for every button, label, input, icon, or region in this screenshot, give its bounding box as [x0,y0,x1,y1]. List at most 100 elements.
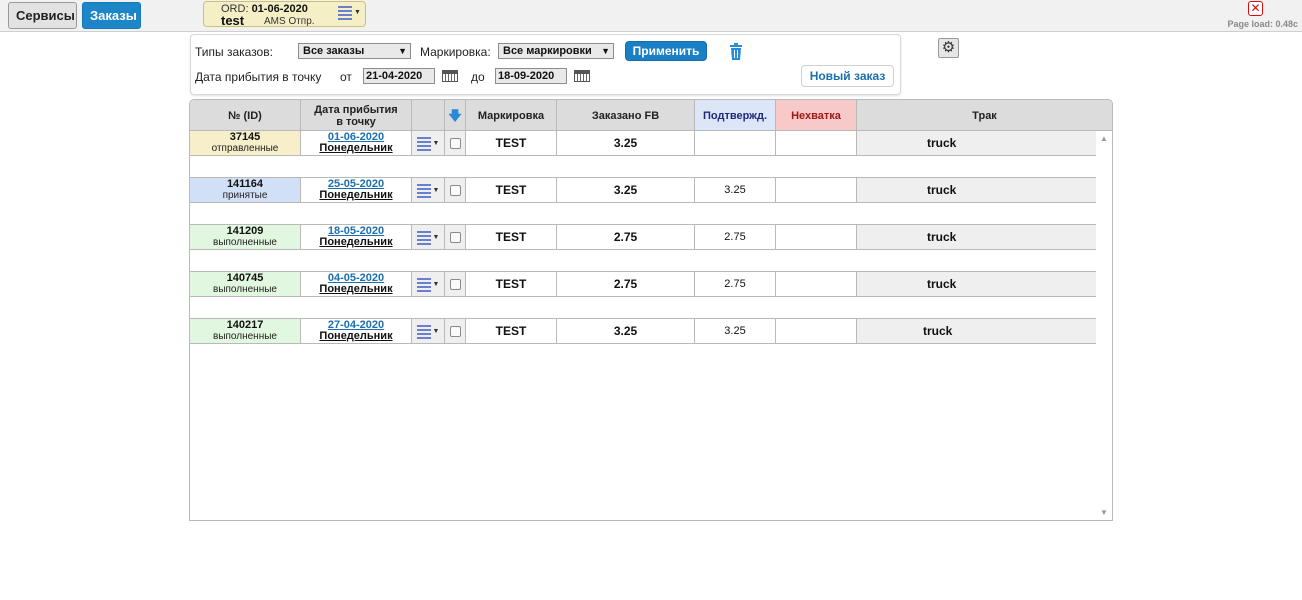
row-menu-cell[interactable]: ▼ [412,178,445,202]
lines-icon [338,6,352,20]
confirmed-cell: 2.75 [695,272,776,296]
header-truck[interactable]: Трак [857,100,1112,131]
truck-cell: truck [857,178,1096,202]
new-order-button[interactable]: Новый заказ [801,65,894,87]
close-icon[interactable]: ✕ [1248,1,1263,16]
arrival-weekday-link[interactable]: Понедельник [319,331,392,342]
tab-orders[interactable]: Заказы [82,2,141,29]
lines-icon [416,184,431,198]
row-checkbox[interactable] [449,278,461,290]
confirmed-cell: 2.75 [695,225,776,249]
order-id-cell[interactable]: 37145 отправленные [190,131,301,155]
filter-panel: Типы заказов: Все заказы ▼ Маркировка: В… [190,34,901,95]
order-id-cell[interactable]: 141209 выполненные [190,225,301,249]
truck-cell: truck [857,131,1096,155]
arrival-weekday-link[interactable]: Понедельник [319,284,392,295]
row-menu-icon[interactable]: ▼ [416,184,439,198]
marking-label: Маркировка: [420,45,491,59]
header-sort[interactable]: 🡇 [445,100,466,131]
row-checkbox-cell [445,225,466,249]
caret-down-icon: ▼ [432,139,440,147]
row-checkbox[interactable] [449,184,461,196]
lines-icon [416,278,431,292]
arrival-weekday-link[interactable]: Понедельник [319,190,392,201]
gear-icon[interactable]: ⚙ [938,38,959,58]
order-pill-date: 01-06-2020 [251,3,308,15]
lines-icon [416,325,431,339]
shortage-cell [776,131,857,155]
row-menu-icon[interactable]: ▼ [416,137,440,151]
arrival-date-cell: 27-04-2020 Понедельник [301,319,412,343]
order-pill-menu-icon[interactable]: ▼ [338,6,361,20]
order-id-cell[interactable]: 140745 выполненные [190,272,301,296]
arrival-date-cell: 18-05-2020 Понедельник [301,225,412,249]
arrival-weekday-link[interactable]: Понедельник [319,143,392,154]
shortage-cell [776,178,857,202]
row-checkbox-cell [445,131,466,155]
dropdown-arrow-icon: ▼ [601,46,610,56]
arrival-weekday-link[interactable]: Понедельник [319,237,392,248]
truck-cell: truck [857,319,1096,343]
apply-button[interactable]: Применить [625,41,707,61]
row-checkbox[interactable] [449,137,461,149]
vertical-scrollbar[interactable]: ▲ ▼ [1096,131,1112,520]
header-marking[interactable]: Маркировка [466,100,557,131]
row-menu-cell[interactable]: ▼ [412,225,445,249]
order-id: 141164 [226,178,264,190]
marking-select[interactable]: Все маркировки ▼ [498,43,614,59]
row-checkbox-cell [445,272,466,296]
ordered-cell: 3.25 [557,131,695,155]
order-id: 140217 [226,319,264,331]
header-arrival-date[interactable]: Дата прибытия в точку [301,100,412,131]
tab-services[interactable]: Сервисы [8,2,77,29]
table-row[interactable]: 140745 выполненные 04-05-2020 Понедельник ▼ T… [190,271,1096,297]
lines-icon [416,231,431,245]
order-types-select[interactable]: Все заказы ▼ [298,43,411,59]
date-to-input[interactable]: 18-09-2020 [495,68,567,84]
marking-cell: TEST [466,131,557,155]
order-status: выполненные [213,331,277,342]
caret-down-icon: ▼ [354,8,361,16]
row-menu-cell[interactable]: ▼ [412,272,445,296]
row-menu-cell[interactable]: ▼ [412,131,445,155]
page-load-text: Page load: 0.48c [1227,19,1298,29]
row-checkbox[interactable] [449,231,461,243]
row-menu-icon[interactable]: ▼ [416,278,440,292]
header-id[interactable]: № (ID) [190,100,301,131]
caret-down-icon: ▼ [432,280,440,288]
row-checkbox[interactable] [449,325,461,337]
calendar-icon[interactable] [442,70,458,82]
calendar-icon[interactable] [574,70,590,82]
trash-icon[interactable] [729,43,743,61]
current-order-pill[interactable]: ORD: 01-06-2020 test AMS Отпр. ▼ [203,1,366,28]
order-id: 140745 [226,272,264,284]
ordered-cell: 3.25 [557,178,695,202]
table-row[interactable]: 140217 выполненные 27-04-2020 Понедельник ▼ T… [190,318,1096,344]
ordered-cell: 2.75 [557,272,695,296]
header-shortage[interactable]: Нехватка [776,100,857,131]
scroll-down-icon[interactable]: ▼ [1100,508,1108,517]
table-row[interactable]: 141209 выполненные 18-05-2020 Понедельник ▼ T… [190,224,1096,250]
arrival-date-label: Дата прибытия в точку [195,70,322,84]
order-id-cell[interactable]: 140217 выполненные [190,319,301,343]
header-menu [412,100,445,131]
header-confirmed[interactable]: Подтвержд. [695,100,776,131]
truck-cell: truck [857,272,1096,296]
row-menu-icon[interactable]: ▼ [416,231,439,245]
confirmed-cell: 3.25 [695,319,776,343]
marking-value: Все маркировки [503,45,592,57]
table-row[interactable]: 141164 принятые 25-05-2020 Понедельник ▼ TEST… [190,177,1096,203]
dropdown-arrow-icon: ▼ [398,46,407,56]
header-ordered[interactable]: Заказано FB [557,100,695,131]
table-row[interactable]: 37145 отправленные 01-06-2020 Понедельник ▼ T… [190,130,1096,156]
order-types-label: Типы заказов: [195,45,273,59]
row-menu-icon[interactable]: ▼ [416,325,439,339]
order-types-value: Все заказы [303,45,365,57]
order-id: 141209 [226,225,264,237]
row-menu-cell[interactable]: ▼ [412,319,445,343]
scroll-up-icon[interactable]: ▲ [1100,134,1108,143]
order-id-cell[interactable]: 141164 принятые [190,178,301,202]
marking-cell: TEST [466,225,557,249]
date-from-input[interactable]: 21-04-2020 [363,68,435,84]
marking-cell: TEST [466,178,557,202]
